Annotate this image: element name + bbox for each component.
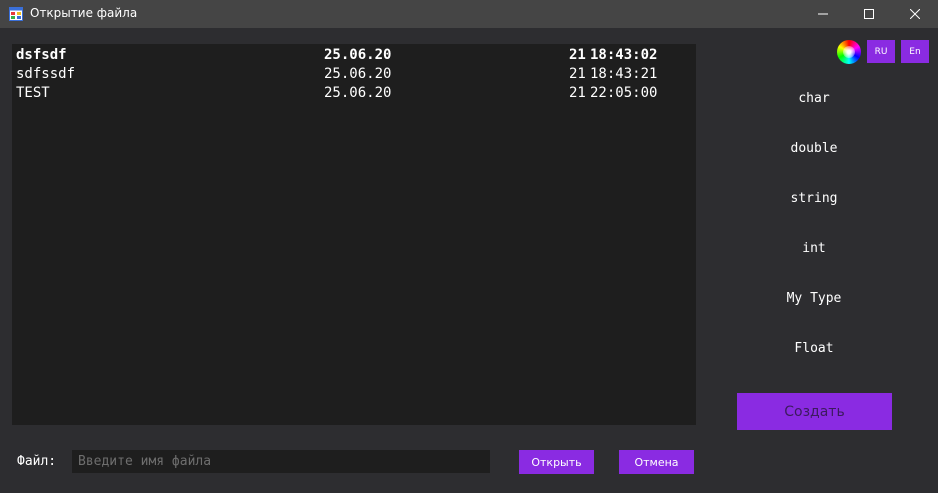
- minimize-button[interactable]: [800, 0, 846, 28]
- lang-en-button[interactable]: En: [901, 40, 929, 63]
- type-option-string[interactable]: string: [737, 187, 891, 211]
- minimize-icon: [818, 13, 828, 15]
- maximize-icon: [864, 9, 874, 19]
- file-name-input[interactable]: [72, 450, 490, 473]
- file-time: 22:05:00: [590, 85, 658, 101]
- lang-ru-button[interactable]: RU: [867, 40, 895, 63]
- file-row[interactable]: sdfssdf 25.06.20 21 18:43:21: [12, 65, 696, 84]
- file-year: 21: [569, 47, 586, 63]
- file-time: 18:43:02: [590, 47, 658, 63]
- file-time: 18:43:21: [590, 66, 658, 82]
- close-button[interactable]: [892, 0, 938, 28]
- type-option-double[interactable]: double: [737, 137, 891, 161]
- file-date: 25.06.20: [324, 85, 392, 101]
- color-wheel-icon[interactable]: [837, 40, 861, 64]
- file-name: TEST: [16, 85, 50, 101]
- file-year: 21: [569, 85, 586, 101]
- window-title: Открытие файла: [30, 6, 138, 20]
- cancel-button[interactable]: Отмена: [619, 450, 694, 474]
- type-option-char[interactable]: char: [737, 87, 891, 111]
- file-date: 25.06.20: [324, 47, 392, 63]
- app-window-icon: [9, 7, 23, 21]
- close-icon: [910, 9, 920, 19]
- type-option-float[interactable]: Float: [737, 337, 891, 361]
- open-button[interactable]: Открыть: [519, 450, 594, 474]
- maximize-button[interactable]: [846, 0, 892, 28]
- file-row[interactable]: TEST 25.06.20 21 22:05:00: [12, 84, 696, 103]
- file-name: sdfssdf: [16, 66, 76, 82]
- title-bar: Открытие файла: [0, 0, 938, 28]
- file-row[interactable]: dsfsdf 25.06.20 21 18:43:02: [12, 46, 696, 65]
- type-option-int[interactable]: int: [737, 237, 891, 261]
- file-date: 25.06.20: [324, 66, 392, 82]
- create-button[interactable]: Создать: [737, 393, 892, 430]
- file-list[interactable]: dsfsdf 25.06.20 21 18:43:02 sdfssdf 25.0…: [12, 44, 696, 425]
- file-name: dsfsdf: [16, 47, 67, 63]
- type-option-my-type[interactable]: My Type: [737, 287, 891, 311]
- file-label: Файл:: [17, 454, 57, 469]
- file-year: 21: [569, 66, 586, 82]
